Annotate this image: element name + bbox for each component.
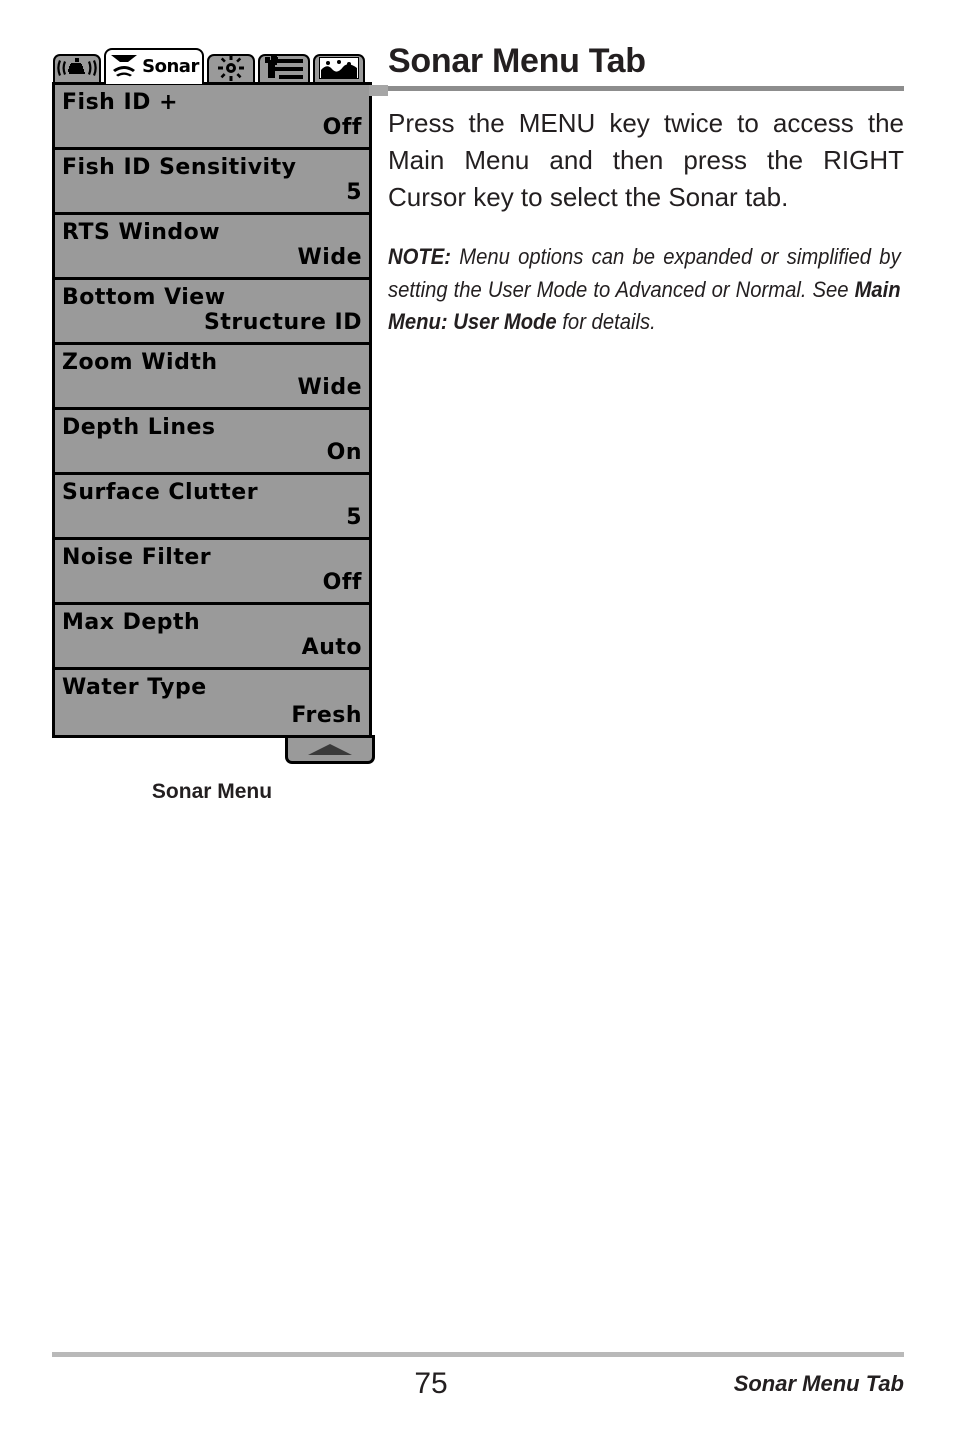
menu-row[interactable]: Max Depth Auto: [55, 605, 369, 670]
menu-item-value: Off: [322, 115, 362, 140]
footer-divider: [52, 1352, 904, 1357]
sun-brightness-icon: [218, 56, 244, 84]
chart-view-icon: [318, 56, 360, 84]
menu-item-value: Fresh: [291, 703, 362, 728]
title-divider: [388, 85, 904, 91]
menu-row[interactable]: Noise Filter Off: [55, 540, 369, 605]
menu-item-value: On: [326, 440, 362, 465]
tab-brightness[interactable]: [207, 54, 255, 84]
menu-item-label: Depth Lines: [62, 415, 216, 440]
menu-item-value: Structure ID: [204, 310, 362, 335]
intro-paragraph: Press the MENU key twice to access the M…: [388, 107, 904, 212]
tab-sonar[interactable]: Sonar: [104, 48, 204, 84]
menu-row[interactable]: Water Type Fresh: [55, 670, 369, 735]
sonar-menu-panel: Fish ID + Off Fish ID Sensitivity 5 RTS …: [52, 82, 388, 738]
menu-item-label: Water Type: [62, 675, 207, 700]
article-column: Sonar Menu Tab Press the MENU key twice …: [388, 42, 904, 338]
page-footer: 75 Sonar Menu Tab: [52, 1352, 904, 1413]
sonar-cone-icon: [109, 53, 139, 82]
menu-scroll-area: [52, 735, 375, 764]
note-prefix: NOTE:: [388, 244, 451, 270]
menu-row[interactable]: Bottom View Structure ID: [55, 280, 369, 345]
menu-row[interactable]: RTS Window Wide: [55, 215, 369, 280]
menu-tab-bar: Sonar: [52, 48, 372, 84]
tab-sonar-label: Sonar: [142, 56, 199, 77]
page-number: 75: [414, 1367, 448, 1400]
note-text-2: for details.: [556, 308, 656, 334]
menu-item-label: Fish ID Sensitivity: [62, 155, 297, 180]
menu-item-value: Wide: [297, 375, 362, 400]
figure-caption: Sonar Menu: [151, 780, 273, 803]
scroll-up-button[interactable]: [285, 735, 375, 764]
menu-row[interactable]: Surface Clutter 5: [55, 475, 369, 540]
tab-setup[interactable]: [258, 54, 310, 84]
menu-row[interactable]: Depth Lines On: [55, 410, 369, 475]
manual-page: Sonar Fish ID + Off Fish ID Sensitivity …: [0, 0, 954, 1431]
tab-alarms[interactable]: [53, 54, 101, 84]
menu-item-value: 5: [346, 180, 362, 205]
menu-item-label: Max Depth: [62, 610, 201, 635]
menu-item-label: RTS Window: [62, 220, 221, 245]
footer-section-title: Sonar Menu Tab: [733, 1371, 904, 1396]
scroll-up-arrow-icon: [308, 744, 352, 755]
menu-row[interactable]: Fish ID Sensitivity 5: [55, 150, 369, 215]
menu-item-label: Surface Clutter: [62, 480, 259, 505]
menu-row[interactable]: Fish ID + Off: [55, 85, 369, 150]
panel-shadow-nub: [369, 85, 388, 96]
note-paragraph: NOTE: Menu options can be expanded or si…: [388, 241, 901, 337]
menu-item-value: Auto: [301, 635, 362, 660]
note-text-1: Menu options can be expanded or simplifi…: [388, 244, 901, 302]
menu-row[interactable]: Zoom Width Wide: [55, 345, 369, 410]
sonar-menu-figure: Sonar Fish ID + Off Fish ID Sensitivity …: [52, 48, 388, 804]
menu-item-value: Off: [322, 570, 362, 595]
alarm-bell-icon: [57, 57, 97, 84]
menu-item-label: Bottom View: [62, 285, 226, 310]
tab-views[interactable]: [313, 54, 365, 84]
page-title: Sonar Menu Tab: [388, 42, 646, 80]
wrench-sliders-icon: [265, 56, 303, 84]
menu-item-value: 5: [346, 505, 362, 530]
menu-item-label: Noise Filter: [62, 545, 212, 570]
menu-item-label: Zoom Width: [62, 350, 218, 375]
menu-item-label: Fish ID +: [62, 90, 179, 115]
menu-item-value: Wide: [297, 245, 362, 270]
